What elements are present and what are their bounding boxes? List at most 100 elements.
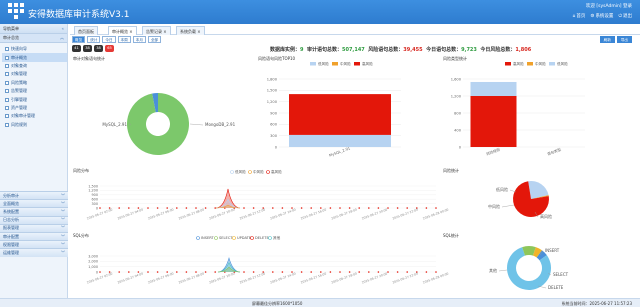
sidebar-group[interactable]: 报表管理 ︾ bbox=[0, 223, 68, 232]
sidebar-item[interactable]: 引擎管理 bbox=[2, 95, 67, 103]
menu-item-icon bbox=[5, 114, 9, 119]
pie-label: MongoDB_2.91 bbox=[205, 122, 236, 127]
sidebar-item[interactable]: 快速向导 bbox=[2, 45, 67, 53]
tab[interactable]: 告警记录 × bbox=[142, 26, 171, 35]
sidebar-header: 导航菜单 « bbox=[0, 24, 67, 34]
label-line bbox=[498, 269, 508, 272]
close-icon[interactable]: × bbox=[162, 29, 166, 34]
pie-slice bbox=[522, 245, 536, 256]
data-point bbox=[348, 207, 351, 209]
close-icon[interactable]: × bbox=[196, 29, 200, 34]
sidebar-item[interactable]: 风险策略 bbox=[2, 79, 67, 87]
line-series bbox=[217, 257, 241, 273]
tab[interactable]: 首页面板 bbox=[74, 26, 98, 35]
y-tick-label: 800 bbox=[454, 111, 462, 115]
x-tick-label: 2025-06-27 20:00 bbox=[361, 208, 388, 221]
legend-swatch bbox=[354, 62, 360, 66]
logout-link[interactable]: ⏻ 退出 bbox=[618, 13, 632, 19]
filter-button[interactable]: 统计 bbox=[87, 36, 101, 43]
data-point bbox=[368, 207, 370, 209]
data-point bbox=[435, 207, 437, 209]
legend-marker bbox=[196, 236, 200, 240]
tab[interactable]: 系统负载 × bbox=[176, 26, 205, 35]
sidebar-group-label: 权限管理 bbox=[3, 241, 19, 247]
legend-label: 低风险 bbox=[557, 61, 568, 66]
data-point bbox=[108, 271, 111, 273]
sidebar-item-label: 对象查询 bbox=[11, 62, 27, 68]
x-tick-label: 2025-06-27 22:00 bbox=[392, 208, 419, 221]
legend-label: 中风险 bbox=[253, 169, 264, 174]
count-badge: 38 bbox=[94, 45, 103, 52]
line-series bbox=[215, 198, 241, 209]
sidebar-item[interactable]: 审计概览 bbox=[2, 53, 67, 62]
app-root: { "app":{"title":"安得数据库审计系统V3.1"}, "head… bbox=[0, 0, 640, 307]
pie-slice bbox=[533, 247, 542, 258]
power-icon: ⏻ bbox=[618, 14, 622, 19]
data-point bbox=[406, 271, 409, 273]
legend-swatch bbox=[549, 62, 555, 66]
action-button[interactable]: 导出 bbox=[616, 36, 632, 43]
y-tick-label: 2,000 bbox=[88, 260, 98, 264]
legend-label: 低风险 bbox=[318, 61, 329, 66]
sidebar-item[interactable]: 对象审计管理 bbox=[2, 112, 67, 120]
legend-marker bbox=[266, 170, 270, 174]
filter-button[interactable]: 今日 bbox=[102, 36, 116, 43]
x-tick-label: 2025-06-28 00:00 bbox=[422, 208, 449, 221]
menu-item-icon bbox=[5, 105, 9, 110]
panel-title-audit-objects: 审计对象语句统计 bbox=[73, 56, 105, 61]
sidebar-item[interactable]: 资产管理 bbox=[2, 104, 67, 112]
sidebar-section[interactable]: 审计总览 ︽ bbox=[0, 34, 67, 43]
sidebar-group[interactable]: 审计配置 ︾ bbox=[0, 231, 68, 241]
settings-link[interactable]: ⚙ 系统设置 bbox=[590, 13, 613, 20]
data-point bbox=[320, 271, 322, 273]
close-icon[interactable]: × bbox=[128, 29, 132, 34]
data-point bbox=[396, 207, 399, 209]
sidebar-item[interactable]: 对象管理 bbox=[2, 70, 67, 78]
data-point bbox=[176, 207, 178, 209]
data-point bbox=[204, 271, 207, 273]
panel-title-risk-top10: 风险语句风险TOP10 bbox=[258, 56, 296, 61]
y-tick-label: 1,200 bbox=[88, 189, 98, 193]
sidebar-groups: 分析审计 ︾ 全面概览 ︾ 系统配置 ︾ 日志分析 ︾ 报表管理 ︾ 审计配置 ︾ 权限管理 ︾ 运维管理 ︾ bbox=[0, 191, 68, 257]
sidebar-item[interactable]: 风险规则 bbox=[2, 121, 67, 129]
filter-button[interactable]: 全部 bbox=[147, 36, 162, 43]
data-point bbox=[310, 271, 313, 273]
sidebar-group[interactable]: 全面概览 ︾ bbox=[0, 199, 68, 208]
footer: 屏幕最佳分辨率1600*1050 系统当前时间：2025-06-27 11:57… bbox=[0, 298, 640, 307]
sidebar-group[interactable]: 分析审计 ︾ bbox=[0, 191, 68, 200]
y-tick-label: 1,600 bbox=[451, 77, 462, 81]
x-tick-label: 2025-06-27 02:00 bbox=[86, 208, 113, 221]
data-point bbox=[243, 271, 245, 273]
home-link[interactable]: ⌂ 首页 bbox=[573, 13, 586, 20]
sidebar-item-label: 对象管理 bbox=[11, 71, 27, 77]
bar bbox=[289, 94, 391, 135]
x-tick-label: 2025-06-27 18:00 bbox=[331, 272, 358, 285]
sidebar-group[interactable]: 运维管理 ︾ bbox=[0, 248, 68, 257]
x-tick-label: 2025-06-27 10:00 bbox=[208, 208, 235, 221]
sidebar-group[interactable]: 日志分析 ︾ bbox=[0, 215, 68, 224]
y-tick-label: 1,800 bbox=[267, 77, 278, 81]
collapse-icon[interactable]: « bbox=[62, 26, 64, 31]
data-point bbox=[416, 271, 418, 273]
tab[interactable]: 审计概览 × bbox=[108, 26, 137, 35]
sidebar-group[interactable]: 权限管理 ︾ bbox=[0, 240, 68, 249]
legend-marker bbox=[230, 170, 234, 174]
filter-button[interactable]: 本周 bbox=[117, 36, 131, 43]
pie-slice bbox=[528, 180, 549, 199]
filter-button[interactable]: 本月 bbox=[132, 36, 146, 43]
action-button[interactable]: 刷新 bbox=[599, 36, 615, 43]
pie-label: 低风险 bbox=[496, 186, 508, 192]
x-tick-label: 2025-06-27 10:00 bbox=[208, 272, 235, 285]
sidebar-group[interactable]: 系统配置 ︾ bbox=[0, 207, 68, 216]
legend-marker bbox=[268, 236, 272, 240]
sidebar-item[interactable]: 对象查询 bbox=[2, 62, 67, 70]
filter-button[interactable]: 概览 bbox=[72, 36, 86, 43]
header-actions: ⌂ 首页 ⚙ 系统设置 ⏻ 退出 bbox=[573, 13, 632, 20]
sidebar-item[interactable]: 告警管理 bbox=[2, 87, 67, 95]
y-tick-label: 900 bbox=[270, 111, 278, 115]
y-tick-label: 1,200 bbox=[267, 100, 278, 104]
legend-label: 中风险 bbox=[535, 61, 546, 66]
y-tick-label: 300 bbox=[92, 202, 98, 206]
sidebar-group-label: 分析审计 bbox=[3, 192, 19, 198]
x-tick-label: 2025-06-27 08:00 bbox=[178, 272, 205, 285]
